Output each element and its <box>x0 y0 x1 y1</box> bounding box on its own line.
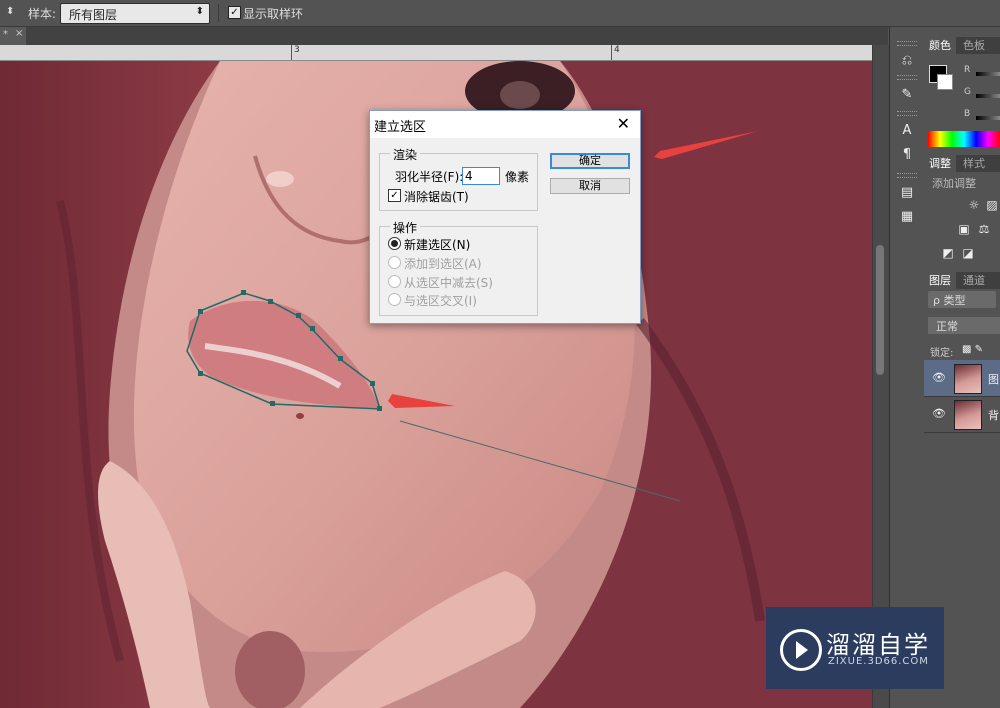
layer-row[interactable]: 👁 背 <box>924 396 1000 433</box>
option-intersect-selection: 与选区交叉(I) <box>404 294 477 308</box>
channel-slider[interactable] <box>976 116 1000 120</box>
eye-icon[interactable]: 👁 <box>932 371 946 384</box>
watermark-name: 溜溜自学 <box>826 631 930 659</box>
layer-thumbnail <box>954 400 982 430</box>
ruler-tick <box>291 45 292 60</box>
document-tab[interactable]: * × <box>0 27 26 45</box>
antialias-label: 消除锯齿(T) <box>404 190 469 204</box>
layer-thumbnail <box>954 364 982 394</box>
document-tab-label: * <box>3 29 8 40</box>
layer-row[interactable]: 👁 图 <box>924 360 1000 397</box>
make-selection-dialog: 建立选区 ✕ 渲染 羽化半径(F): 像素 ✓ 消除锯齿(T) 操作 新建选区(… <box>369 110 641 324</box>
radio-new-selection[interactable] <box>388 237 401 250</box>
navigator-icon[interactable]: ▤ <box>896 183 918 203</box>
tab-styles[interactable]: 样式 <box>958 155 990 172</box>
color-panel-tabs: 颜色 色板 <box>924 37 1000 54</box>
channel-label: B <box>964 109 971 119</box>
dialog-title: 建立选区 <box>374 120 427 135</box>
photo-filter-icon[interactable]: ◩ <box>940 246 956 260</box>
character-icon[interactable]: A <box>896 121 918 141</box>
horizontal-ruler: 3 4 <box>0 45 872 61</box>
grip-handle[interactable] <box>897 173 917 178</box>
option-new-selection: 新建选区(N) <box>404 238 471 252</box>
show-ring-checkbox[interactable]: ✓ <box>228 6 241 19</box>
eye-icon[interactable]: 👁 <box>932 407 946 420</box>
grip-handle[interactable] <box>897 75 917 80</box>
close-icon[interactable]: ✕ <box>617 114 630 133</box>
divider <box>218 4 219 22</box>
info-icon[interactable]: ▦ <box>896 207 918 227</box>
watermark-url: ZIXUE.3D66.COM <box>828 656 929 667</box>
radio-intersect-selection[interactable] <box>388 293 401 306</box>
chevron-updown-icon: ⬍ <box>195 6 204 17</box>
brush-icon[interactable]: ✎ <box>896 85 918 105</box>
render-group-label: 渲染 <box>390 146 421 163</box>
antialias-checkbox[interactable]: ✓ <box>388 189 401 202</box>
play-logo-icon <box>780 629 822 671</box>
sample-select-value: 所有图层 <box>69 8 118 22</box>
lock-icons[interactable]: ▩ ✎ <box>962 344 983 355</box>
blend-mode-select[interactable]: 正常 <box>928 317 1000 334</box>
option-subtract-selection: 从选区中减去(S) <box>404 276 493 290</box>
channel-label: R <box>964 65 971 75</box>
brightness-icon[interactable]: ☼ <box>966 198 982 212</box>
channel-label: G <box>964 87 971 97</box>
channel-slider[interactable] <box>976 94 1000 98</box>
add-adjustment-label: 添加调整 <box>932 177 976 190</box>
layers-panel-tabs: 图层 通道 <box>924 272 1000 289</box>
color-spectrum-bar[interactable] <box>928 131 1000 147</box>
layer-kind-value: ρ 类型 <box>933 294 966 307</box>
feather-label: 羽化半径(F): <box>395 170 464 184</box>
grip-handle[interactable] <box>897 111 917 116</box>
layer-name: 图 <box>988 373 999 386</box>
feather-radius-field[interactable] <box>462 167 500 185</box>
feather-radius-input[interactable] <box>463 168 499 184</box>
sample-label: 样本: <box>28 7 57 21</box>
background-color-swatch[interactable] <box>937 74 953 90</box>
sample-select[interactable]: 所有图层 ⬍ <box>60 3 210 24</box>
balance-icon[interactable]: ⚖ <box>976 222 992 236</box>
close-icon[interactable]: × <box>15 28 23 39</box>
option-add-selection: 添加到选区(A) <box>404 257 482 271</box>
right-panels: 颜色 色板 R G B 调整 样式 添加调整 ☼ ▨ ▣ ⚖ ◩ ◪ 图层 通道… <box>924 27 1000 708</box>
paragraph-icon[interactable]: ¶ <box>896 145 918 165</box>
ruler-tick <box>611 45 612 60</box>
tab-channels[interactable]: 通道 <box>958 272 990 289</box>
document-tab-strip: * × <box>0 27 888 45</box>
ruler-mark: 4 <box>614 45 620 55</box>
tab-color[interactable]: 颜色 <box>924 37 956 54</box>
radio-subtract-selection[interactable] <box>388 275 401 288</box>
history-icon[interactable]: ⎌ <box>896 51 918 71</box>
tool-preset-chevron-icon[interactable]: ⬍ <box>6 6 14 17</box>
ruler-mark: 3 <box>294 45 300 55</box>
tab-swatches[interactable]: 色板 <box>958 37 990 54</box>
levels-icon[interactable]: ▨ <box>984 198 1000 212</box>
blend-mode-value: 正常 <box>936 320 958 333</box>
scrollbar-thumb[interactable] <box>876 245 884 375</box>
gradient-map-icon[interactable]: ◪ <box>960 246 976 260</box>
cancel-button[interactable]: 取消 <box>550 178 630 194</box>
tab-layers[interactable]: 图层 <box>924 272 956 289</box>
feather-unit: 像素 <box>505 170 530 184</box>
watermark-logo: 溜溜自学 ZIXUE.3D66.COM <box>766 607 944 689</box>
lock-label: 锁定: <box>930 348 954 359</box>
operation-group-label: 操作 <box>390 219 421 236</box>
panel-icon-strip: ⎌ ✎ A ¶ ▤ ▦ <box>889 27 925 708</box>
dialog-titlebar[interactable]: 建立选区 ✕ <box>370 111 640 138</box>
options-bar: ⬍ 样本: 所有图层 ⬍ ✓ 显示取样环 <box>0 0 1000 27</box>
adjust-panel-tabs: 调整 样式 <box>924 155 1000 172</box>
tab-adjustments[interactable]: 调整 <box>924 155 956 172</box>
layer-kind-filter[interactable]: ρ 类型 <box>928 291 996 308</box>
ok-button[interactable]: 确定 <box>550 153 630 169</box>
layer-name: 背 <box>988 409 999 422</box>
show-ring-label: 显示取样环 <box>243 7 304 21</box>
grip-handle[interactable] <box>897 41 917 46</box>
radio-add-selection[interactable] <box>388 256 401 269</box>
channel-slider[interactable] <box>976 72 1000 76</box>
curves-icon[interactable]: ▣ <box>956 222 972 236</box>
